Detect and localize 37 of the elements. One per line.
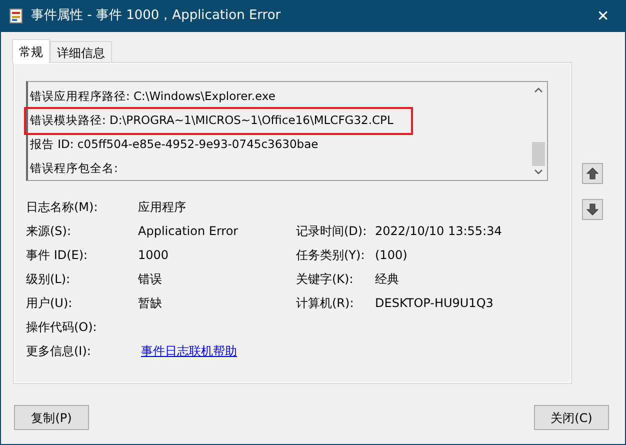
field-value: 2022/10/10 13:55:34 — [375, 223, 503, 240]
tab[interactable]: 常规 — [12, 39, 50, 63]
field-value: DESKTOP-HU9U1Q3 — [375, 295, 494, 312]
field-label: 任务类别(Y): — [296, 247, 366, 264]
tab[interactable]: 详细信息 — [50, 41, 112, 62]
next-event-button[interactable] — [582, 199, 603, 220]
description-line: 错误应用程序路径: C:\Windows\Explorer.exe — [29, 88, 276, 105]
field-label: 记录时间(D): — [296, 223, 368, 240]
field-label: 级别(L): — [26, 271, 72, 288]
field-value: 暂缺 — [138, 295, 163, 312]
previous-event-button[interactable] — [582, 163, 603, 184]
description-line: 错误模块路径: D:\PROGRA~1\MICROS~1\Office16\MLCFG32.CPL — [26, 109, 412, 133]
scroll-thumb[interactable] — [532, 142, 545, 166]
window-title: 事件属性 - 事件 1000，Application Error — [31, 7, 282, 26]
field-label: 关键字(K): — [296, 271, 354, 288]
down-arrow-icon — [586, 203, 599, 216]
field-label: 操作代码(O): — [26, 319, 98, 336]
description-line: 报告 ID: c05ff504-e85e-4952-9e93-0745c3630bae — [29, 136, 320, 153]
field-value: 应用程序 — [138, 199, 187, 216]
field-value: 1000 — [138, 247, 170, 264]
field-label: 计算机(R): — [296, 295, 355, 312]
event-log-icon — [9, 8, 23, 24]
up-arrow-icon — [586, 167, 599, 180]
field-label: 用户(U): — [26, 295, 74, 312]
close-button[interactable]: ✕ — [581, 0, 625, 32]
field-value: (100) — [375, 247, 408, 264]
close-dialog-button[interactable]: 关闭(C) — [534, 405, 609, 430]
field-value: 经典 — [375, 271, 400, 288]
field-label: 更多信息(I): — [26, 343, 92, 360]
copy-button[interactable]: 复制(P) — [14, 405, 89, 430]
field-label: 来源(S): — [26, 223, 72, 240]
field-label: 事件 ID(E): — [26, 247, 89, 264]
field-value: Application Error — [138, 223, 240, 240]
description-line: 错误程序包全名: — [29, 160, 119, 177]
help-link[interactable]: 事件日志联机帮助 — [138, 344, 237, 358]
field-label: 日志名称(M): — [26, 199, 99, 216]
field-value: 错误 — [138, 271, 163, 288]
